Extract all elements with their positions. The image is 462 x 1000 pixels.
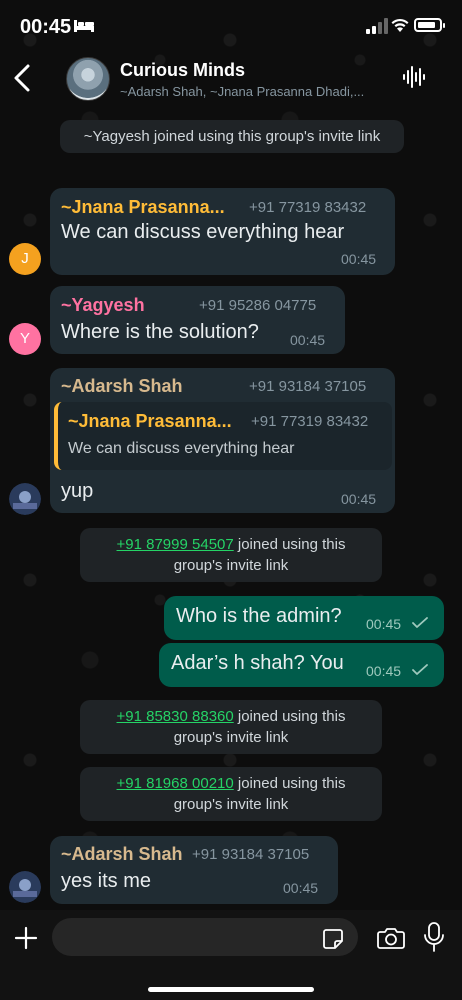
sleep-mode-icon: [74, 20, 94, 32]
quoted-sender: ~Jnana Prasanna...: [68, 411, 232, 431]
group-avatar[interactable]: [66, 57, 110, 101]
message-time: 00:45: [341, 251, 377, 267]
message-input[interactable]: [52, 918, 358, 956]
system-message: +91 87999 54507 joined using this group'…: [80, 528, 382, 582]
sender-name[interactable]: ~Adarsh Shah: [61, 844, 183, 865]
sender-phone: +91 77319 83432: [249, 199, 367, 216]
plus-icon[interactable]: [14, 926, 38, 950]
avatar[interactable]: [9, 483, 41, 515]
status-time: 00:45: [20, 16, 72, 38]
incoming-message[interactable]: ~Adarsh Shah +91 93184 37105 ~Jnana Pras…: [50, 368, 395, 513]
delivered-tick-icon: [412, 617, 428, 628]
microphone-icon[interactable]: [424, 922, 444, 952]
camera-icon[interactable]: [377, 926, 405, 950]
system-message-text: joined using this: [233, 536, 346, 553]
system-message: +91 81968 00210 joined using this group'…: [80, 767, 382, 821]
system-message: +91 85830 88360 joined using this group'…: [80, 700, 382, 754]
sender-name[interactable]: ~Adarsh Shah: [61, 376, 183, 397]
chat-header[interactable]: Curious Minds ~Adarsh Shah, ~Jnana Prasa…: [0, 52, 462, 104]
phone-link[interactable]: +91 87999 54507: [117, 536, 234, 553]
group-name[interactable]: Curious Minds: [120, 60, 245, 81]
delivered-tick-icon: [412, 664, 428, 675]
quoted-text: We can discuss everything hear: [68, 440, 295, 457]
group-members[interactable]: ~Adarsh Shah, ~Jnana Prasanna Dhadi,...: [120, 84, 382, 99]
input-bar: [0, 910, 462, 1000]
message-time: 00:45: [366, 616, 402, 632]
message-time: 00:45: [290, 332, 326, 348]
sender-phone: +91 93184 37105: [192, 846, 310, 863]
outgoing-message[interactable]: Who is the admin? 00:45: [164, 596, 444, 640]
voice-chat-icon[interactable]: [402, 64, 428, 90]
message-text: Who is the admin?: [176, 605, 342, 627]
quoted-message[interactable]: ~Jnana Prasanna... +91 77319 83432 We ca…: [54, 402, 392, 470]
back-chevron-icon[interactable]: [8, 60, 38, 96]
outgoing-message[interactable]: Adar’s h shah? You 00:45: [159, 643, 444, 687]
wifi-icon: [391, 18, 409, 32]
quoted-phone: +91 77319 83432: [251, 413, 369, 430]
system-message-text: joined using this: [233, 775, 346, 792]
phone-link[interactable]: +91 81968 00210: [117, 775, 234, 792]
battery-icon: [414, 18, 445, 32]
avatar[interactable]: Y: [9, 323, 41, 355]
message-text: yes its me: [61, 870, 152, 892]
message-text: yup: [61, 480, 94, 502]
system-message-text: group's invite link: [173, 557, 289, 574]
home-indicator: [148, 987, 314, 992]
message-time: 00:45: [283, 880, 319, 896]
incoming-message[interactable]: ~Yagyesh +91 95286 04775 Where is the so…: [50, 286, 345, 354]
cellular-signal-icon: [366, 18, 388, 34]
sender-name[interactable]: ~Yagyesh: [61, 295, 145, 316]
sticker-icon[interactable]: [322, 928, 344, 950]
status-bar: 00:45: [0, 0, 462, 52]
system-message-text: group's invite link: [173, 729, 289, 746]
incoming-message[interactable]: ~Jnana Prasanna... +91 77319 83432 We ca…: [50, 188, 395, 275]
system-message-text: group's invite link: [173, 796, 289, 813]
phone-link[interactable]: +91 85830 88360: [117, 708, 234, 725]
battery-level: [418, 22, 435, 28]
incoming-message[interactable]: ~Adarsh Shah +91 93184 37105 yes its me …: [50, 836, 338, 904]
message-time: 00:45: [341, 491, 377, 507]
avatar[interactable]: J: [9, 243, 41, 275]
system-message-text: ~Yagyesh joined using this group's invit…: [83, 128, 381, 145]
message-text: We can discuss everything hear: [61, 221, 345, 243]
sender-phone: +91 93184 37105: [249, 378, 367, 395]
sender-name[interactable]: ~Jnana Prasanna...: [61, 197, 225, 218]
message-text: Adar’s h shah? You: [171, 652, 344, 674]
system-message: ~Yagyesh joined using this group's invit…: [60, 120, 404, 153]
system-message-text: joined using this: [233, 708, 346, 725]
message-time: 00:45: [366, 663, 402, 679]
avatar[interactable]: [9, 871, 41, 903]
sender-phone: +91 95286 04775: [199, 297, 317, 314]
message-text: Where is the solution?: [61, 321, 259, 343]
